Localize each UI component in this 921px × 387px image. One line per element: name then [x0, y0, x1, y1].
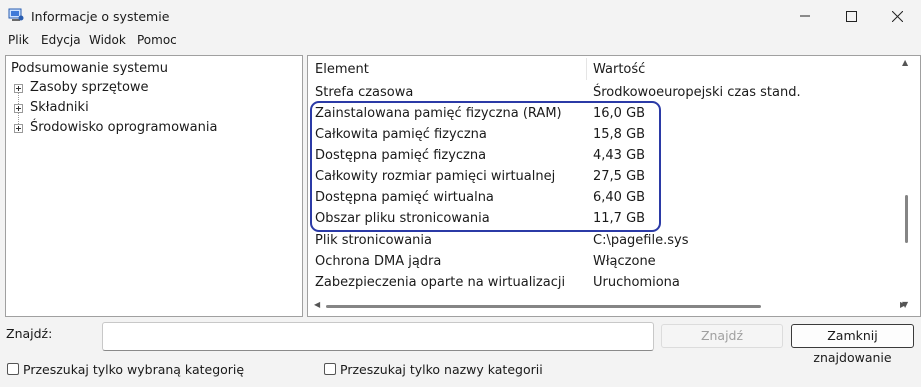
horizontal-scrollbar-thumb[interactable]: [326, 305, 761, 308]
scroll-left-icon[interactable]: ◀: [314, 300, 320, 309]
tree-item-label: Zasoby sprzętowe: [30, 80, 149, 95]
list-row[interactable]: Obszar pliku stronicowania 11,7 GB: [308, 208, 920, 229]
value-cell: 6,40 GB: [593, 190, 646, 205]
system-information-icon: [8, 8, 24, 21]
category-tree[interactable]: Podsumowanie systemu Zasoby sprzętowe Sk…: [5, 55, 303, 317]
value-cell: C:\pagefile.sys: [593, 233, 689, 248]
column-header-element[interactable]: Element: [315, 56, 369, 80]
element-cell: Zainstalowana pamięć fizyczna (RAM): [315, 106, 562, 121]
title-bar: Informacje o systemie: [0, 0, 921, 32]
element-cell: Plik stronicowania: [315, 233, 432, 248]
vertical-scrollbar-thumb[interactable]: [905, 195, 908, 243]
find-button[interactable]: Znajdź: [661, 324, 783, 348]
expand-icon[interactable]: [14, 84, 23, 93]
scroll-up-icon[interactable]: ▲: [902, 58, 908, 67]
element-cell: Dostępna pamięć fizyczna: [315, 148, 487, 163]
list-row[interactable]: Ochrona DMA jądra Włączone: [308, 251, 920, 272]
tree-item-label: Składniki: [30, 100, 89, 115]
maximize-icon: [845, 10, 857, 22]
element-cell: Obszar pliku stronicowania: [315, 211, 490, 226]
minimize-button[interactable]: [782, 0, 828, 32]
column-header-value[interactable]: Wartość: [593, 56, 645, 80]
tree-item-system-summary[interactable]: Podsumowanie systemu: [11, 59, 168, 79]
value-cell: Włączone: [593, 254, 656, 269]
list-row[interactable]: Całkowity rozmiar pamięci wirtualnej 27,5…: [308, 166, 920, 187]
window-title: Informacje o systemie: [31, 9, 170, 24]
column-divider[interactable]: [586, 58, 587, 80]
menu-edit[interactable]: Edycja: [41, 33, 81, 47]
tree-item-label: Środowisko oprogramowania: [30, 120, 218, 135]
list-row[interactable]: Całkowita pamięć fizyczna 15,8 GB: [308, 124, 920, 145]
element-cell: Całkowity rozmiar pamięci wirtualnej: [315, 169, 556, 184]
close-button[interactable]: [874, 0, 920, 32]
value-cell: 15,8 GB: [593, 127, 646, 142]
search-category-names-label[interactable]: Przeszukaj tylko nazwy kategorii: [340, 362, 543, 377]
menu-file[interactable]: Plik: [8, 33, 29, 47]
list-row[interactable]: Zabezpieczenia oparte na wirtualizacji Ur…: [308, 272, 920, 293]
search-category-names-checkbox[interactable]: [324, 363, 336, 375]
value-cell: 11,7 GB: [593, 211, 646, 226]
list-row[interactable]: Dostępna pamięć fizyczna 4,43 GB: [308, 145, 920, 166]
menu-help[interactable]: Pomoc: [137, 33, 177, 47]
element-cell: Strefa czasowa: [315, 85, 414, 100]
menu-view[interactable]: Widok: [89, 33, 126, 47]
expand-icon[interactable]: [14, 124, 23, 133]
list-row[interactable]: Dostępna pamięć wirtualna 6,40 GB: [308, 187, 920, 208]
element-cell: Ochrona DMA jądra: [315, 254, 442, 269]
find-label: Znajdź:: [6, 326, 53, 341]
search-selected-category-checkbox[interactable]: [7, 363, 19, 375]
find-input[interactable]: [102, 322, 654, 351]
element-cell: Dostępna pamięć wirtualna: [315, 190, 494, 205]
minimize-icon: [800, 15, 810, 17]
value-cell: 16,0 GB: [593, 106, 646, 121]
list-row[interactable]: Strefa czasowa Środkowoeuropejski czas st…: [308, 82, 920, 103]
expand-icon[interactable]: [14, 104, 23, 113]
details-list[interactable]: Element Wartość Strefa czasowa Środkowoeu…: [307, 55, 921, 317]
tree-item-software-environment[interactable]: Środowisko oprogramowania: [6, 118, 296, 138]
list-row[interactable]: Zainstalowana pamięć fizyczna (RAM) 16,0 …: [308, 103, 920, 124]
tree-item-hardware-resources[interactable]: Zasoby sprzętowe: [6, 78, 296, 98]
close-icon: [891, 10, 903, 22]
tree-item-components[interactable]: Składniki: [6, 98, 296, 118]
element-cell: Zabezpieczenia oparte na wirtualizacji: [315, 275, 566, 290]
value-cell: Środkowoeuropejski czas stand.: [593, 85, 801, 100]
list-row[interactable]: Plik stronicowania C:\pagefile.sys: [308, 230, 920, 251]
value-cell: Uruchomiona: [593, 275, 680, 290]
maximize-button[interactable]: [828, 0, 874, 32]
search-selected-category-label[interactable]: Przeszukaj tylko wybraną kategorię: [23, 362, 244, 377]
close-find-button[interactable]: Zamknij znajdowanie: [791, 324, 914, 365]
value-cell: 27,5 GB: [593, 169, 646, 184]
scroll-down-icon[interactable]: ▼: [902, 300, 908, 309]
element-cell: Całkowita pamięć fizyczna: [315, 127, 487, 142]
value-cell: 4,43 GB: [593, 148, 646, 163]
